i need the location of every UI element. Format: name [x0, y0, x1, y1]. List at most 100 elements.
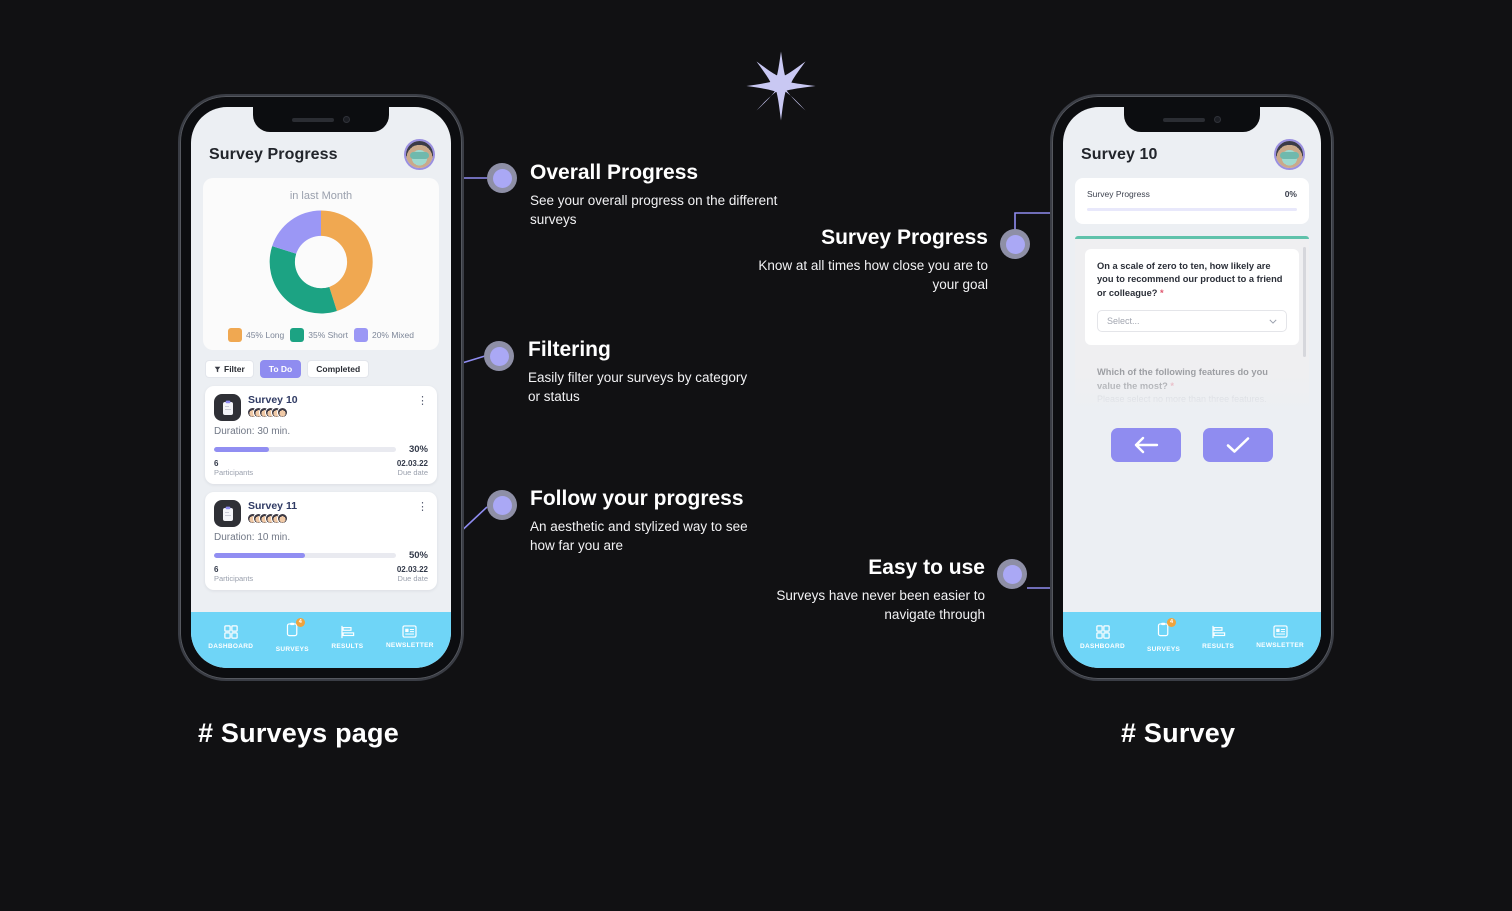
- annotation-title: Follow your progress: [530, 487, 744, 510]
- nav-label-surveys: SURVEYS: [275, 645, 309, 653]
- donut-chart: [213, 206, 429, 318]
- clipboard-icon: [214, 500, 241, 527]
- legend-swatch-short: [290, 328, 305, 342]
- annotation-body: An aesthetic and stylized way to see how…: [530, 519, 748, 554]
- nav-label-newsletter: NEWSLETTER: [1256, 642, 1304, 649]
- survey-duration: Duration: 30 min.: [214, 426, 291, 437]
- survey-progress-bar: [1087, 208, 1297, 211]
- page-title: Survey 10: [1081, 145, 1158, 163]
- select-placeholder: Select...: [1107, 316, 1140, 327]
- participant-avatars: [248, 514, 297, 524]
- sparkle-star-icon: [745, 48, 817, 124]
- chart-legend: 45% Long 35% Short 20% Mixed: [213, 328, 429, 342]
- due-date-label: Due date: [397, 574, 428, 583]
- caption-survey: # Survey: [1121, 718, 1236, 748]
- nav-item-dashboard[interactable]: DASHBOARD: [208, 624, 253, 650]
- filter-tab-completed[interactable]: Completed: [307, 360, 370, 378]
- question-1-body: On a scale of zero to ten, how likely ar…: [1097, 261, 1283, 298]
- nav-item-results[interactable]: RESULTS: [331, 625, 363, 650]
- bottom-navigation-right: DASHBOARD 4 SURVEYS RESULTS NEWSLETTER: [1063, 612, 1321, 668]
- nav-item-newsletter[interactable]: NEWSLETTER: [1256, 625, 1304, 649]
- nav-item-dashboard[interactable]: DASHBOARD: [1080, 624, 1125, 650]
- nav-label-dashboard: DASHBOARD: [1080, 642, 1125, 650]
- bar-chart-icon: [1212, 625, 1225, 638]
- survey-card[interactable]: ⋮ Survey 10 Duration: 30 min. 30% 6 Part…: [205, 386, 437, 484]
- question-scroll-area[interactable]: On a scale of zero to ten, how likely ar…: [1075, 236, 1309, 412]
- filter-icon: [214, 366, 221, 372]
- phone-notch: [253, 107, 389, 132]
- scrollbar[interactable]: [1303, 247, 1306, 357]
- progress-bar-fill: [214, 553, 305, 558]
- confirm-button[interactable]: [1203, 428, 1273, 462]
- required-mark: *: [1160, 287, 1164, 298]
- annotation-title: Easy to use: [868, 556, 985, 579]
- filter-tab-completed-label: Completed: [316, 364, 361, 374]
- id-card-icon: [402, 625, 417, 638]
- nav-label-results: RESULTS: [1202, 642, 1235, 650]
- bar-chart-icon: [341, 625, 355, 638]
- annotation-filtering: Filtering Easily filter your surveys by …: [528, 338, 758, 406]
- progress-bar-fill: [214, 447, 269, 452]
- question-card-1: On a scale of zero to ten, how likely ar…: [1085, 249, 1299, 346]
- back-button[interactable]: [1111, 428, 1181, 462]
- filter-button-label: Filter: [224, 364, 245, 374]
- progress-bar: [214, 553, 396, 558]
- legend-label-long: 45% Long: [245, 330, 285, 340]
- annotation-follow-your-progress: Follow your progress An aesthetic and st…: [530, 487, 775, 555]
- phone-mockup-survey-page: Survey 10 Survey Progress 0% On a scale …: [1052, 96, 1332, 679]
- phone-mockup-surveys-page: Survey Progress in last Month 45% Long 3…: [180, 96, 462, 679]
- annotation-body: See your overall progress on the differe…: [530, 193, 778, 228]
- due-date: 02.03.22: [396, 459, 428, 468]
- survey-progress-label: Survey Progress: [1087, 189, 1150, 199]
- survey-duration: Duration: 10 min.: [214, 532, 291, 543]
- check-icon: [1226, 437, 1250, 453]
- nav-label-surveys: SURVEYS: [1147, 645, 1181, 653]
- participants-label: Participants: [214, 574, 254, 583]
- annotation-title: Survey Progress: [821, 226, 988, 249]
- nav-item-surveys[interactable]: 4 SURVEYS: [275, 617, 309, 653]
- nav-label-results: RESULTS: [331, 642, 364, 650]
- annotation-survey-progress: Survey Progress Know at all times how cl…: [740, 226, 988, 294]
- grid-icon: [224, 624, 238, 639]
- due-date: 02.03.22: [396, 565, 428, 574]
- nav-badge-surveys: 4: [295, 617, 305, 627]
- avatar: [278, 408, 287, 418]
- nav-item-results[interactable]: RESULTS: [1202, 625, 1234, 650]
- page-title: Survey Progress: [209, 145, 338, 163]
- annotation-dot-survey-progress: [1000, 229, 1030, 259]
- nav-item-surveys[interactable]: 4 SURVEYS: [1147, 617, 1181, 653]
- progress-percent: 30%: [408, 444, 428, 455]
- clipboard-icon: [214, 394, 241, 421]
- notch-speaker: [292, 117, 334, 122]
- filter-button[interactable]: Filter: [205, 360, 254, 378]
- legend-label-mixed: 20% Mixed: [371, 330, 415, 340]
- annotation-body: Know at all times how close you are to y…: [758, 258, 988, 293]
- notch-camera: [343, 116, 350, 123]
- survey-progress-card: Survey Progress 0%: [1075, 178, 1309, 224]
- survey-name: Survey 11: [248, 500, 298, 512]
- annotation-overall-progress: Overall Progress See your overall progre…: [530, 161, 780, 229]
- scroll-fade: [1075, 374, 1309, 412]
- legend-item: 35% Short: [290, 328, 348, 342]
- annotation-title: Overall Progress: [530, 161, 699, 184]
- annotation-dot-filtering: [484, 341, 514, 371]
- annotation-dot-overall-progress: [487, 163, 517, 193]
- phone-screen-right: Survey 10 Survey Progress 0% On a scale …: [1063, 107, 1321, 668]
- phone-notch: [1124, 107, 1260, 132]
- annotation-title: Filtering: [528, 338, 611, 361]
- question-1-select[interactable]: Select...: [1097, 310, 1287, 333]
- participants-count: 6: [214, 565, 219, 574]
- avatar[interactable]: [406, 141, 433, 168]
- legend-label-short: 35% Short: [308, 330, 348, 340]
- avatar[interactable]: [1276, 141, 1303, 168]
- nav-item-newsletter[interactable]: NEWSLETTER: [386, 625, 434, 649]
- chevron-down-icon: [1269, 319, 1277, 324]
- filter-tab-todo[interactable]: To Do: [259, 360, 302, 378]
- nav-badge-surveys: 4: [1167, 617, 1177, 627]
- arrow-left-icon: [1134, 436, 1159, 454]
- survey-card[interactable]: ⋮ Survey 11 Duration: 10 min. 50% 6 Part…: [205, 492, 437, 590]
- participants-count: 6: [214, 459, 219, 468]
- grid-icon: [1095, 624, 1110, 639]
- kebab-menu-icon[interactable]: ⋮: [417, 396, 428, 407]
- kebab-menu-icon[interactable]: ⋮: [417, 502, 428, 513]
